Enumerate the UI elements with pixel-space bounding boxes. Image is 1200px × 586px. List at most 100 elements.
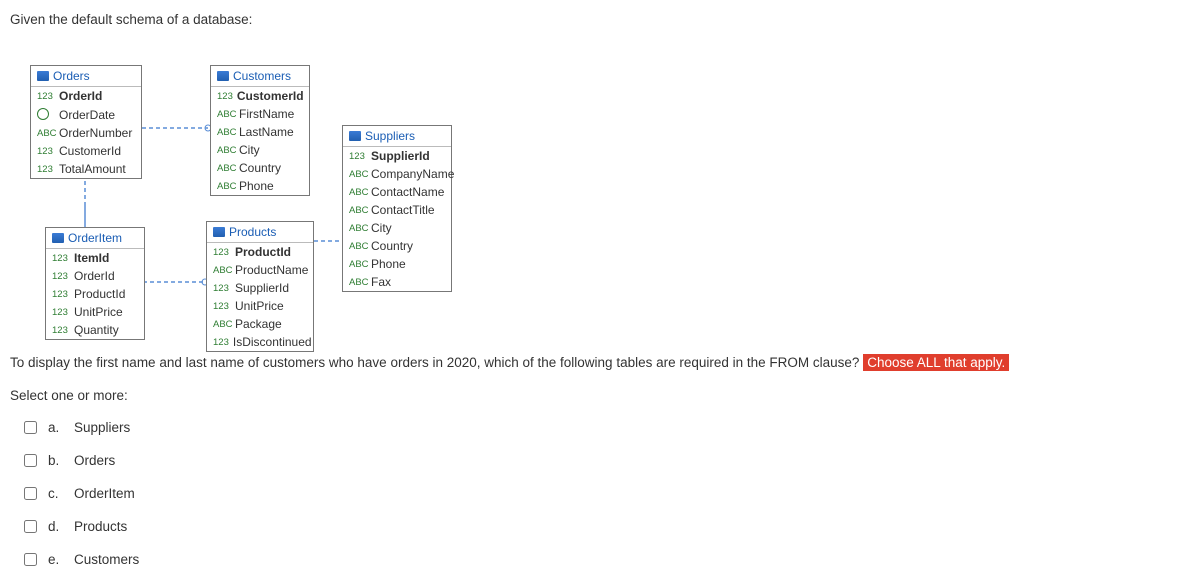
entity-field: ABCPackage bbox=[207, 315, 313, 333]
option-row: e.Customers bbox=[10, 543, 1190, 576]
options-list: a. Suppliers b.Orders c. OrderItem d.Products… bbox=[10, 411, 1190, 576]
entity-field: 123CustomerId bbox=[211, 87, 309, 105]
option-label: Suppliers bbox=[74, 420, 130, 435]
select-instructions: Select one or more: bbox=[10, 388, 1190, 403]
string-type-icon: ABC bbox=[349, 241, 367, 252]
field-name: CustomerId bbox=[237, 89, 304, 103]
field-name: Phone bbox=[371, 257, 406, 271]
number-type-icon: 123 bbox=[213, 247, 231, 258]
field-list: 123CustomerIdABCFirstNameABCLastNameABCC… bbox=[211, 87, 309, 195]
option-label: OrderItem bbox=[74, 486, 135, 501]
field-list: 123ItemId123OrderId123ProductId123UnitPr… bbox=[46, 249, 144, 339]
number-type-icon: 123 bbox=[52, 253, 70, 264]
field-name: ProductName bbox=[235, 263, 308, 277]
entity-products: Products 123ProductIdABCProductName123Su… bbox=[206, 221, 314, 352]
entity-orderitem: OrderItem 123 ItemId 123 OrderId 123ProductI… bbox=[45, 227, 145, 340]
entity-title: Customers bbox=[211, 66, 309, 87]
entity-field: 123 ProductId bbox=[207, 243, 313, 261]
entity-field: ABC City bbox=[343, 219, 451, 237]
entity-field: 123 OrderId bbox=[46, 267, 144, 285]
number-type-icon: 123 bbox=[213, 301, 231, 312]
entity-field: ABC Country bbox=[343, 237, 451, 255]
entity-field: 123 SupplierId bbox=[343, 147, 451, 165]
entity-field: ABCCity bbox=[211, 141, 309, 159]
field-name: ContactName bbox=[371, 185, 444, 199]
entity-field: 123 ItemId bbox=[46, 249, 144, 267]
entity-field: ABCOrderNumber bbox=[31, 124, 141, 142]
option-row: b.Orders bbox=[10, 444, 1190, 477]
field-list: 123SupplierIdABCCompanyNameABCContactNam… bbox=[343, 147, 451, 291]
field-name: City bbox=[371, 221, 392, 235]
string-type-icon: ABC bbox=[349, 223, 367, 234]
field-name: LastName bbox=[239, 125, 294, 139]
number-type-icon: 123 bbox=[52, 289, 70, 300]
string-type-icon: ABC bbox=[349, 277, 367, 288]
string-type-icon: ABC bbox=[217, 109, 235, 120]
option-row: d.Products bbox=[10, 510, 1190, 543]
question-prefix: To display the first name and last name … bbox=[10, 355, 863, 370]
field-name: ContactTitle bbox=[371, 203, 435, 217]
string-type-icon: ABC bbox=[217, 181, 235, 192]
field-name: OrderNumber bbox=[59, 126, 132, 140]
number-type-icon: 123 bbox=[349, 151, 367, 162]
schema-diagram: Orders 123OrderIdOrderDateABCOrderNumber… bbox=[10, 35, 1190, 345]
option-letter: c. bbox=[48, 486, 66, 501]
option-letter: e. bbox=[48, 552, 66, 567]
entity-field: ABC Country bbox=[211, 159, 309, 177]
entity-field: ABC Fax bbox=[343, 273, 451, 291]
entity-field: ABCContactTitle bbox=[343, 201, 451, 219]
field-name: Country bbox=[371, 239, 413, 253]
field-name: IsDiscontinued bbox=[233, 335, 312, 349]
string-type-icon: ABC bbox=[217, 145, 235, 156]
number-type-icon: 123 bbox=[37, 164, 55, 175]
field-name: SupplierId bbox=[371, 149, 430, 163]
option-letter: a. bbox=[48, 420, 66, 435]
relationship-lines bbox=[10, 35, 1190, 345]
entity-field: ABC Phone bbox=[343, 255, 451, 273]
field-name: UnitPrice bbox=[74, 305, 123, 319]
entity-field: 123CustomerId bbox=[31, 142, 141, 160]
entity-field: 123IsDiscontinued bbox=[207, 333, 313, 351]
field-name: SupplierId bbox=[235, 281, 289, 295]
field-name: OrderId bbox=[74, 269, 115, 283]
entity-field: 123UnitPrice bbox=[207, 297, 313, 315]
field-name: ItemId bbox=[74, 251, 109, 265]
entity-field: 123ProductId bbox=[46, 285, 144, 303]
field-name: TotalAmount bbox=[59, 162, 126, 176]
option-checkbox[interactable] bbox=[24, 421, 37, 434]
option-checkbox[interactable] bbox=[24, 454, 37, 467]
option-label: Orders bbox=[74, 453, 115, 468]
question-highlight: Choose ALL that apply. bbox=[863, 354, 1009, 371]
entity-field: 123OrderId bbox=[31, 87, 141, 105]
field-name: Fax bbox=[371, 275, 391, 289]
string-type-icon: ABC bbox=[213, 319, 231, 330]
string-type-icon: ABC bbox=[349, 169, 367, 180]
question-text: To display the first name and last name … bbox=[10, 355, 1190, 370]
entity-field: ABCLastName bbox=[211, 123, 309, 141]
number-type-icon: 123 bbox=[52, 271, 70, 282]
field-name: Quantity bbox=[74, 323, 119, 337]
string-type-icon: ABC bbox=[217, 163, 235, 174]
string-type-icon: ABC bbox=[213, 265, 231, 276]
field-name: Country bbox=[239, 161, 281, 175]
entity-field: ABCFirstName bbox=[211, 105, 309, 123]
intro-text: Given the default schema of a database: bbox=[10, 12, 1190, 27]
field-list: 123 ProductId ABC ProductName 123 SupplierId 1… bbox=[207, 243, 313, 351]
option-checkbox[interactable] bbox=[24, 487, 37, 500]
option-checkbox[interactable] bbox=[24, 520, 37, 533]
field-name: CustomerId bbox=[59, 144, 121, 158]
option-row: c. OrderItem bbox=[10, 477, 1190, 510]
option-checkbox[interactable] bbox=[24, 553, 37, 566]
option-letter: d. bbox=[48, 519, 66, 534]
entity-field: 123UnitPrice bbox=[46, 303, 144, 321]
entity-field: ABC ContactName bbox=[343, 183, 451, 201]
field-name: ProductId bbox=[235, 245, 291, 259]
string-type-icon: ABC bbox=[349, 259, 367, 270]
entity-field: ABC ProductName bbox=[207, 261, 313, 279]
number-type-icon: 123 bbox=[52, 325, 70, 336]
entity-customers: Customers 123CustomerIdABCFirstNameABCLa… bbox=[210, 65, 310, 196]
entity-orders: Orders 123OrderIdOrderDateABCOrderNumber… bbox=[30, 65, 142, 179]
entity-field: 123 TotalAmount bbox=[31, 160, 141, 178]
string-type-icon: ABC bbox=[349, 187, 367, 198]
entity-title: OrderItem bbox=[46, 228, 144, 249]
